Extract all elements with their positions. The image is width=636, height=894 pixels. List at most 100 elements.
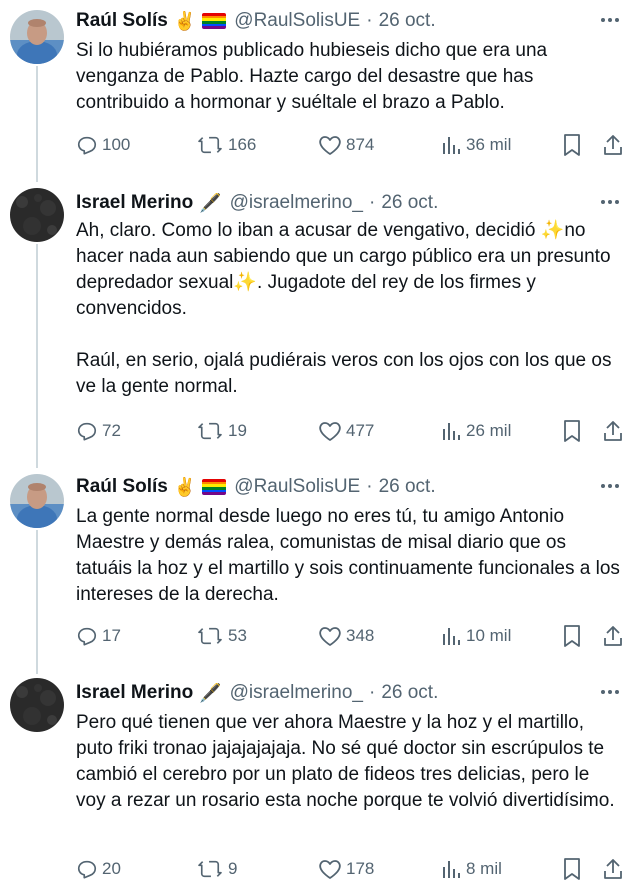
- more-options-icon[interactable]: [598, 476, 622, 496]
- separator: ·: [366, 10, 373, 31]
- author-handle[interactable]: @israelmerino_: [230, 192, 363, 214]
- like-count: 178: [346, 859, 375, 878]
- author-handle[interactable]: @israelmerino_: [230, 682, 363, 704]
- reply-button[interactable]: 100: [76, 134, 130, 156]
- like-count: 874: [346, 135, 375, 154]
- like-button[interactable]: 874: [318, 134, 374, 156]
- reply-icon: [77, 136, 97, 155]
- views-button[interactable]: 10 mil: [440, 625, 511, 647]
- avatar[interactable]: [10, 188, 64, 242]
- analytics-icon: [443, 861, 460, 878]
- views-button[interactable]: 26 mil: [440, 420, 511, 442]
- retweet-count: 9: [228, 859, 238, 878]
- tweet[interactable]: Israel Merino 🖋️ @israelmerino_ · 26 oct…: [0, 678, 636, 894]
- reply-count: 72: [102, 421, 121, 440]
- separator: ·: [368, 192, 376, 213]
- analytics-icon: [443, 423, 460, 440]
- retweet-icon: [198, 860, 222, 878]
- tweet-text: Ah, claro. Como lo iban a acusar de veng…: [76, 220, 612, 397]
- share-icon: [604, 859, 622, 879]
- more-options-icon[interactable]: [598, 682, 622, 702]
- retweet-button[interactable]: 53: [196, 625, 247, 647]
- rainbow-flag-icon: [202, 479, 227, 495]
- views-count: 10 mil: [466, 626, 512, 645]
- tweet-actions: 17 53 348 10 mil: [76, 623, 624, 649]
- analytics-icon: [443, 628, 460, 645]
- bookmark-icon: [564, 134, 580, 156]
- author-name[interactable]: Raúl Solís: [76, 476, 168, 498]
- retweet-count: 53: [228, 626, 247, 645]
- views-count: 26 mil: [466, 421, 512, 440]
- tweet-date[interactable]: 26 oct.: [379, 10, 436, 32]
- heart-icon: [319, 860, 341, 879]
- share-icon: [604, 421, 622, 441]
- reply-button[interactable]: 20: [76, 858, 121, 880]
- bookmark-button[interactable]: [562, 419, 582, 443]
- more-options-icon[interactable]: [598, 10, 622, 30]
- share-button[interactable]: [602, 133, 624, 157]
- tweet-actions: 100 166 874 36 mil: [76, 132, 624, 158]
- bookmark-button[interactable]: [562, 857, 582, 881]
- tweet[interactable]: Raúl Solís ✌️ @RaulSolisUE · 26 oct. La …: [0, 474, 636, 664]
- reply-icon: [77, 860, 97, 879]
- reply-count: 20: [102, 859, 121, 878]
- fountain-pen-icon: 🖋️: [199, 192, 222, 213]
- share-icon: [604, 135, 622, 155]
- like-button[interactable]: 477: [318, 420, 374, 442]
- share-button[interactable]: [602, 624, 624, 648]
- author-name[interactable]: Israel Merino: [76, 682, 193, 704]
- retweet-icon: [198, 422, 222, 440]
- tweet-date[interactable]: 26 oct.: [381, 682, 438, 704]
- bookmark-button[interactable]: [562, 133, 582, 157]
- victory-hand-icon: ✌️: [173, 476, 197, 497]
- share-button[interactable]: [602, 419, 624, 443]
- author-name[interactable]: Israel Merino: [76, 192, 193, 214]
- reply-button[interactable]: 72: [76, 420, 121, 442]
- tweet[interactable]: Israel Merino 🖋️ @israelmerino_ · 26 oct…: [0, 188, 636, 466]
- like-count: 477: [346, 421, 375, 440]
- tweet-text: La gente normal desde luego no eres tú, …: [76, 506, 626, 605]
- analytics-icon: [443, 137, 460, 154]
- bookmark-icon: [564, 420, 580, 442]
- author-handle[interactable]: @RaulSolisUE: [234, 10, 360, 32]
- more-options-icon[interactable]: [598, 192, 622, 212]
- avatar[interactable]: [10, 474, 64, 528]
- fountain-pen-icon: 🖋️: [199, 682, 222, 703]
- rainbow-flag-icon: [202, 13, 227, 29]
- retweet-count: 19: [228, 421, 247, 440]
- tweet[interactable]: Raúl Solís ✌️ @RaulSolisUE · 26 oct. Si …: [0, 0, 636, 180]
- retweet-button[interactable]: 166: [196, 134, 256, 156]
- retweet-icon: [198, 627, 222, 645]
- retweet-button[interactable]: 19: [196, 420, 247, 442]
- heart-icon: [319, 136, 341, 155]
- tweet-text: Si lo hubiéramos publicado hubieseis dic…: [76, 40, 553, 113]
- retweet-button[interactable]: 9: [196, 858, 237, 880]
- reply-count: 17: [102, 626, 121, 645]
- share-button[interactable]: [602, 857, 624, 881]
- views-button[interactable]: 8 mil: [440, 858, 502, 880]
- tweet-actions: 20 9 178 8 mil: [76, 856, 624, 882]
- like-button[interactable]: 178: [318, 858, 374, 880]
- victory-hand-icon: ✌️: [173, 10, 197, 31]
- views-count: 36 mil: [466, 135, 512, 154]
- author-name[interactable]: Raúl Solís: [76, 10, 168, 32]
- reply-button[interactable]: 17: [76, 625, 121, 647]
- bookmark-icon: [564, 625, 580, 647]
- like-button[interactable]: 348: [318, 625, 374, 647]
- tweet-text: Pero qué tienen que ver ahora Maestre y …: [76, 712, 615, 811]
- tweet-actions: 72 19 477 26 mil: [76, 418, 624, 444]
- bookmark-button[interactable]: [562, 624, 582, 648]
- views-count: 8 mil: [466, 859, 502, 878]
- like-count: 348: [346, 626, 375, 645]
- retweet-icon: [198, 136, 222, 154]
- reply-icon: [77, 422, 97, 441]
- tweet-date[interactable]: 26 oct.: [381, 192, 438, 214]
- reply-count: 100: [102, 135, 131, 154]
- separator: ·: [366, 476, 373, 497]
- views-button[interactable]: 36 mil: [440, 134, 511, 156]
- avatar[interactable]: [10, 10, 64, 64]
- tweet-date[interactable]: 26 oct.: [379, 476, 436, 498]
- author-handle[interactable]: @RaulSolisUE: [234, 476, 360, 498]
- avatar[interactable]: [10, 678, 64, 732]
- share-icon: [604, 626, 622, 646]
